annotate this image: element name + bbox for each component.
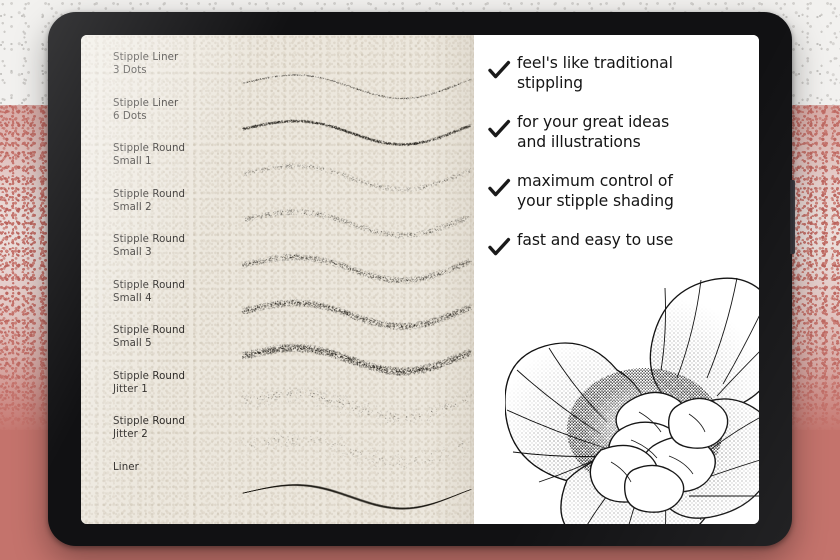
screenshot-stage: Stipple Liner 3 Dots Stipple Liner 6 Dots… xyxy=(0,0,840,560)
feature-text: maximum control of your stipple shading xyxy=(517,172,674,210)
brush-label: Stipple Round Jitter 2 xyxy=(113,416,186,441)
brush-list: Stipple Liner 3 Dots Stipple Liner 6 Dots… xyxy=(81,35,474,524)
brush-label: Liner xyxy=(113,461,139,473)
feature-item: for your great ideas and illustrations xyxy=(487,112,751,152)
tablet-screen: Stipple Liner 3 Dots Stipple Liner 6 Dots… xyxy=(81,35,759,524)
brush-label: Stipple Round Small 4 xyxy=(113,279,186,304)
brush-stroke-preview xyxy=(237,459,474,510)
brush-label: Stipple Round Small 2 xyxy=(113,188,186,213)
brush-label: Stipple Liner 3 Dots xyxy=(113,52,179,77)
stippled-flower-illustration xyxy=(505,277,759,524)
feature-text: feel's like traditional stippling xyxy=(517,54,673,92)
check-icon xyxy=(488,119,511,138)
tablet-device: Stipple Liner 3 Dots Stipple Liner 6 Dots… xyxy=(48,12,795,546)
brush-label: Stipple Round Small 1 xyxy=(113,143,186,168)
features-panel: feel's like traditional stippling for you… xyxy=(474,35,759,524)
check-icon xyxy=(488,237,511,256)
check-icon xyxy=(488,178,511,197)
brush-label: Stipple Liner 6 Dots xyxy=(113,97,179,122)
feature-text: fast and easy to use xyxy=(517,231,674,249)
brush-row[interactable]: Liner xyxy=(81,459,474,510)
feature-list: feel's like traditional stippling for you… xyxy=(487,53,751,278)
feature-text: for your great ideas and illustrations xyxy=(517,113,670,151)
brush-label: Stipple Round Jitter 1 xyxy=(113,370,186,395)
check-icon xyxy=(488,60,511,79)
brush-label: Stipple Round Small 5 xyxy=(113,325,186,350)
brush-label: Stipple Round Small 3 xyxy=(113,234,186,259)
power-button[interactable] xyxy=(790,180,795,254)
feature-item: maximum control of your stipple shading xyxy=(487,171,751,211)
feature-item: feel's like traditional stippling xyxy=(487,53,751,93)
brush-preview-panel: Stipple Liner 3 Dots Stipple Liner 6 Dots… xyxy=(81,35,475,524)
feature-item: fast and easy to use xyxy=(487,230,751,259)
